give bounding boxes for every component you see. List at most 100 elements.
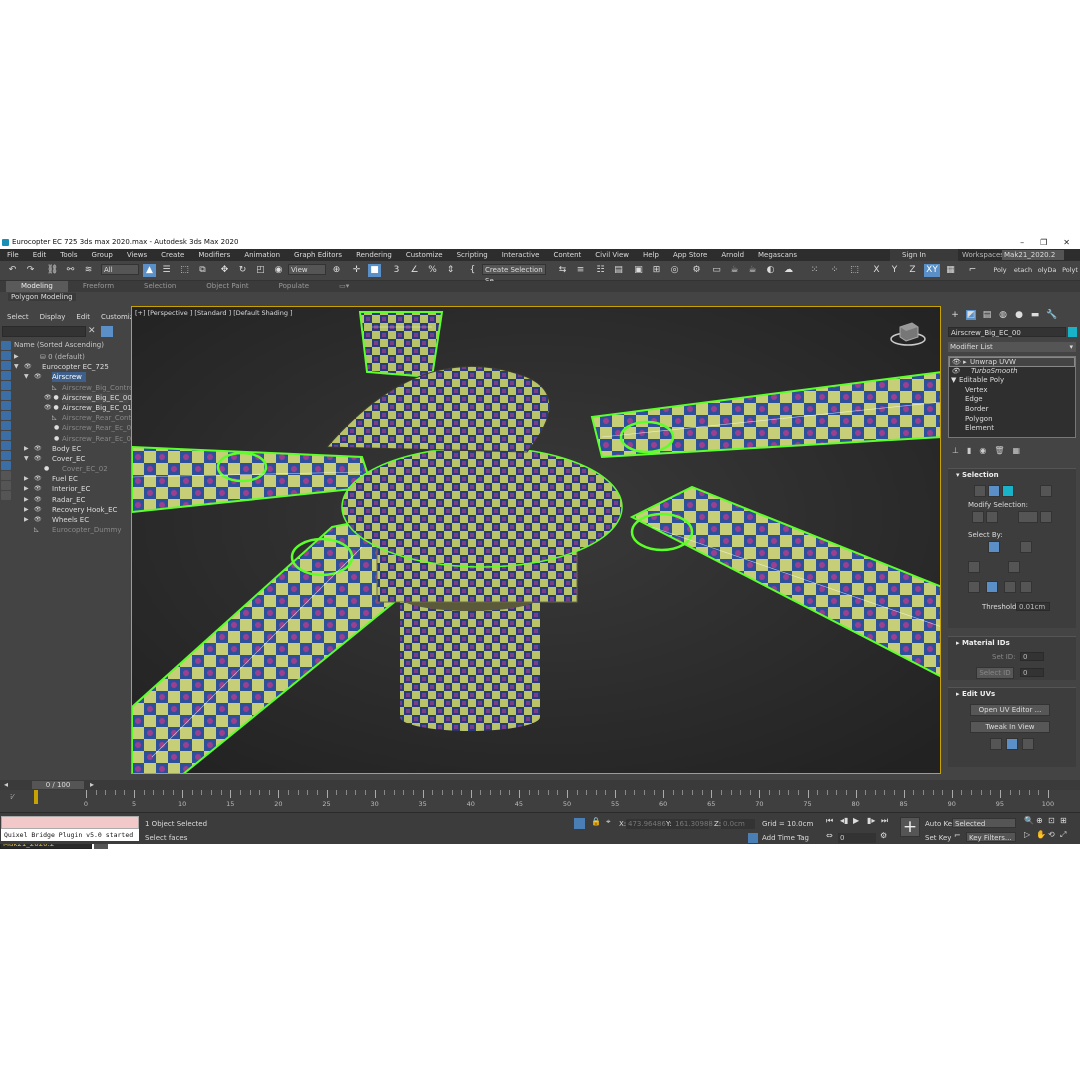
align-icon[interactable]: ≡ bbox=[574, 264, 587, 277]
display-cameras-icon[interactable] bbox=[1, 371, 11, 380]
display-space-warps-icon[interactable] bbox=[1, 391, 11, 400]
current-frame-marker[interactable] bbox=[34, 790, 38, 804]
menu-scripting[interactable]: Scripting bbox=[450, 251, 495, 259]
tree-row[interactable]: 👁 ● Airscrew_Big_EC_01 bbox=[12, 403, 132, 413]
filter-icon[interactable] bbox=[101, 326, 113, 337]
y-coordinate-field[interactable]: 161.30988 bbox=[673, 819, 713, 829]
render-setup-icon[interactable]: ⚙ bbox=[690, 264, 703, 277]
snap-edge-icon[interactable]: ⬚ bbox=[848, 264, 861, 277]
track-bar[interactable]: ⁝⁄ 0 5 10 15 20 25 30 35 40 45 50 55 60 65 70 75 80 85 90 9… bbox=[0, 790, 1080, 812]
grow-selection-icon[interactable] bbox=[972, 511, 984, 523]
viewport-label-menu[interactable]: [+] [Perspective ] [Standard ] [Default … bbox=[135, 309, 293, 317]
bind-space-warp-icon[interactable]: ≋ bbox=[82, 264, 95, 277]
display-all-icon[interactable] bbox=[1, 461, 11, 470]
filter-toggle-icon[interactable] bbox=[1, 491, 11, 500]
window-crossing-icon[interactable]: ⧉ bbox=[196, 264, 209, 277]
stack-subitem-element[interactable]: Element bbox=[949, 424, 1075, 434]
menu-file[interactable]: File bbox=[0, 251, 26, 259]
tab-freeform[interactable]: Freeform bbox=[68, 281, 129, 292]
undo-icon[interactable]: ↶ bbox=[6, 264, 19, 277]
open-uv-editor-button[interactable]: Open UV Editor ... bbox=[970, 704, 1050, 716]
go-to-end-icon[interactable]: ⏭ bbox=[881, 816, 888, 826]
constrain-y-button[interactable]: Y bbox=[888, 264, 901, 277]
select-z-icon[interactable] bbox=[1020, 581, 1032, 593]
absolute-mode-icon[interactable]: ⌖ bbox=[606, 817, 611, 827]
shrink-selection-icon[interactable] bbox=[986, 511, 998, 523]
loop-selection-icon[interactable] bbox=[1040, 511, 1052, 523]
poly-button[interactable]: Poly bbox=[990, 264, 1010, 277]
display-helpers-icon[interactable] bbox=[1, 381, 11, 390]
material-ids-header[interactable]: ▸ Material IDs bbox=[948, 637, 1076, 649]
tree-row[interactable]: ▶ 👁 Wheels EC bbox=[12, 515, 128, 525]
time-slider-prev-icon[interactable]: ◂ bbox=[4, 780, 8, 789]
schematic-view-icon[interactable]: ⊞ bbox=[650, 264, 663, 277]
constrain-z-button[interactable]: Z bbox=[906, 264, 919, 277]
next-frame-icon[interactable]: ▮▸ bbox=[867, 816, 875, 825]
vertex-mode-icon[interactable] bbox=[974, 485, 986, 497]
explorer-menu-display[interactable]: Display bbox=[33, 313, 70, 321]
redo-icon[interactable]: ↷ bbox=[24, 264, 37, 277]
tree-row[interactable]: ▼ 👁 Airscrew bbox=[12, 372, 128, 383]
modify-tab-icon[interactable]: ◩ bbox=[966, 310, 976, 320]
display-tab-icon[interactable]: ● bbox=[1014, 310, 1024, 320]
maximize-button[interactable]: ❐ bbox=[1040, 236, 1047, 249]
menu-content[interactable]: Content bbox=[546, 251, 588, 259]
menu-create[interactable]: Create bbox=[154, 251, 191, 259]
current-frame-field[interactable]: 0 bbox=[838, 833, 876, 843]
time-slider-next-icon[interactable]: ▸ bbox=[90, 780, 94, 789]
tweak-in-view-button[interactable]: Tweak In View bbox=[970, 721, 1050, 733]
zoom-all-icon[interactable]: ⊕ bbox=[1036, 816, 1043, 825]
configure-sets-icon[interactable]: ▦ bbox=[1013, 446, 1021, 458]
link-icon[interactable]: ⛓ bbox=[46, 264, 59, 277]
pivot-center-icon[interactable]: ⊕ bbox=[330, 264, 343, 277]
menu-megascans[interactable]: Megascans bbox=[751, 251, 804, 259]
polyt-button[interactable]: Polyt bbox=[1060, 264, 1080, 277]
show-map-icon[interactable] bbox=[1022, 738, 1034, 750]
snap-points-icon[interactable]: ⁘ bbox=[828, 264, 841, 277]
stack-item-unwrap-uvw[interactable]: 👁 ▸ Unwrap UVW bbox=[949, 357, 1075, 367]
percent-snap-icon[interactable]: % bbox=[426, 264, 439, 277]
stack-subitem-polygon[interactable]: Polygon bbox=[949, 415, 1075, 425]
stack-subitem-border[interactable]: Border bbox=[949, 405, 1075, 415]
explorer-menu-edit[interactable]: Edit bbox=[69, 313, 94, 321]
make-unique-icon[interactable]: ◉ bbox=[979, 446, 986, 458]
isolate-selection-icon[interactable] bbox=[574, 818, 585, 829]
edit-uvs-header[interactable]: ▸ Edit UVs bbox=[948, 688, 1076, 700]
key-filters-button[interactable]: Key Filters... bbox=[966, 832, 1016, 842]
display-containers-icon[interactable] bbox=[1, 431, 11, 440]
explorer-menu-select[interactable]: Select bbox=[0, 313, 33, 321]
stack-subitem-vertex[interactable]: Vertex bbox=[949, 386, 1075, 396]
key-mode-icon[interactable]: ⇔ bbox=[826, 831, 833, 840]
time-configuration-icon[interactable]: ⚙ bbox=[880, 831, 887, 840]
render-production-icon[interactable]: ☕ bbox=[728, 264, 741, 277]
add-time-tag-button[interactable]: Add Time Tag bbox=[762, 834, 809, 842]
display-geometry-icon[interactable] bbox=[1, 341, 11, 350]
maximize-viewport-icon[interactable]: ⤢ bbox=[1060, 830, 1066, 840]
tab-populate[interactable]: Populate bbox=[264, 281, 324, 292]
quick-planar-map-icon[interactable] bbox=[990, 738, 1002, 750]
close-button[interactable]: ✕ bbox=[1063, 236, 1070, 249]
zoom-icon[interactable]: 🔍 bbox=[1024, 816, 1034, 825]
tree-row[interactable]: ▶ 👁 Fuel EC bbox=[12, 474, 128, 484]
display-frozen-icon[interactable] bbox=[1, 441, 11, 450]
stack-subitem-edge[interactable]: Edge bbox=[949, 395, 1075, 405]
material-editor-icon[interactable]: ◎ bbox=[668, 264, 681, 277]
menu-edit[interactable]: Edit bbox=[26, 251, 54, 259]
render-iterative-icon[interactable]: ☕ bbox=[746, 264, 759, 277]
toggle-ribbon-icon[interactable]: ▤ bbox=[612, 264, 625, 277]
snaps-toggle-icon[interactable]: 3 bbox=[390, 264, 403, 277]
minimize-button[interactable]: – bbox=[1020, 236, 1024, 249]
display-hidden-icon[interactable] bbox=[1, 451, 11, 460]
layer-explorer-icon[interactable]: ☷ bbox=[594, 264, 607, 277]
modifier-list-select[interactable]: Modifier List ▾ bbox=[948, 342, 1076, 352]
ribbon-options-icon[interactable]: ▭▾ bbox=[324, 281, 364, 292]
pan-view-icon[interactable]: ✋ bbox=[1036, 830, 1046, 839]
select-x-icon[interactable] bbox=[986, 581, 998, 593]
menu-app-store[interactable]: App Store bbox=[666, 251, 714, 259]
tree-row[interactable]: ● Airscrew_Rear_Ec_01 bbox=[12, 434, 136, 444]
menu-graph-editors[interactable]: Graph Editors bbox=[287, 251, 349, 259]
polygon-mode-icon[interactable] bbox=[1002, 485, 1014, 497]
select-overlap-icon[interactable] bbox=[1020, 541, 1032, 553]
set-key-icon[interactable]: + bbox=[900, 817, 920, 837]
menu-arnold[interactable]: Arnold bbox=[714, 251, 751, 259]
